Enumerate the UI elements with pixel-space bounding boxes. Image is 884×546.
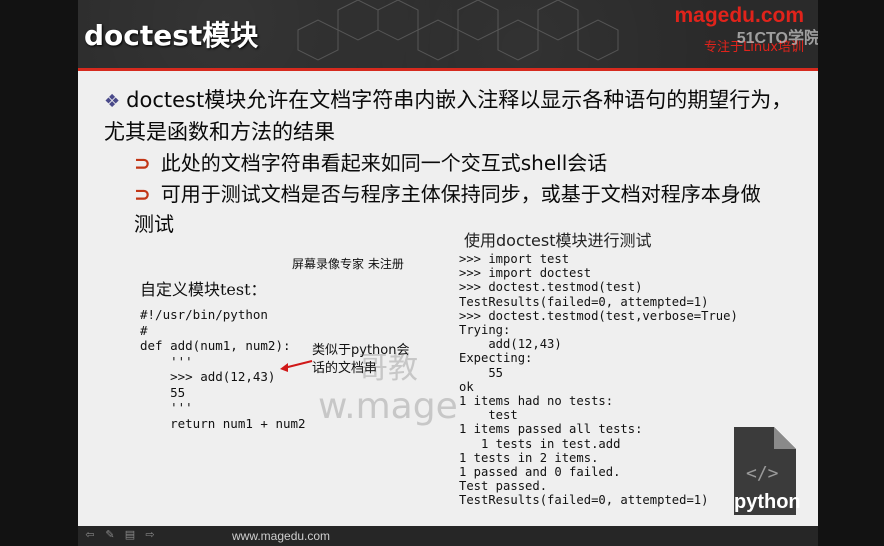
menu-icon[interactable]: ▤ [124,529,136,541]
slide-body: ❖ doctest模块允许在文档字符串内嵌入注释以显示各种语句的期望行为，尤其是函… [78,71,818,540]
doctest-usage-title: 使用doctest模块进行测试 [464,231,652,250]
site-watermark: 51CTO学院 [736,30,818,47]
center-watermark-url: w.mage [318,386,458,427]
main-bullet: ❖ doctest模块允许在文档字符串内嵌入注释以显示各种语句的期望行为，尤其是函… [104,85,804,147]
sub-bullet-1-text: 此处的文档字符串看起来如同一个交互式shell会话 [160,151,608,175]
left-letterbox [0,0,78,546]
footer-url[interactable]: www.magedu.com [232,529,330,543]
arrow-bullet-icon: ⊃ [134,151,151,175]
sub-bullet-2: ⊃ 可用于测试文档是否与程序主体保持同步，或基于文档对程序本身做测试 [134,179,774,239]
main-bullet-text: doctest模块允许在文档字符串内嵌入注释以显示各种语句的期望行为，尤其是函数… [104,88,793,144]
slide-header: doctest模块 magedu.com 专注于Linux培训 51CTO学院 [78,0,818,68]
video-frame: doctest模块 magedu.com 专注于Linux培训 51CTO学院 … [0,0,884,546]
custom-module-label: 自定义模块test： [140,280,267,299]
svg-text:</>: </> [746,463,779,484]
diamond-bullet-icon: ❖ [104,91,121,112]
slide-footer: ⇦ ✎ ▤ ⇨ www.magedu.com [78,526,818,546]
doctest-session-output: >>> import test >>> import doctest >>> d… [459,252,738,508]
back-arrow-icon[interactable]: ⇦ [84,529,96,541]
annotation-arrow-icon [280,360,313,372]
pen-icon[interactable]: ✎ [104,529,116,541]
slide-title: doctest模块 [84,19,259,52]
right-letterbox [818,0,884,546]
forward-arrow-icon[interactable]: ⇨ [144,529,156,541]
center-watermark-text: 哥教 [358,351,418,386]
arrow-bullet-icon: ⊃ [134,182,151,206]
recorder-watermark: 屏幕录像专家 未注册 [292,257,404,271]
sub-bullet-1: ⊃ 此处的文档字符串看起来如同一个交互式shell会话 [134,147,607,176]
sub-bullet-2-text: 可用于测试文档是否与程序主体保持同步，或基于文档对程序本身做测试 [134,182,761,236]
python-logo-text: python [734,491,801,513]
